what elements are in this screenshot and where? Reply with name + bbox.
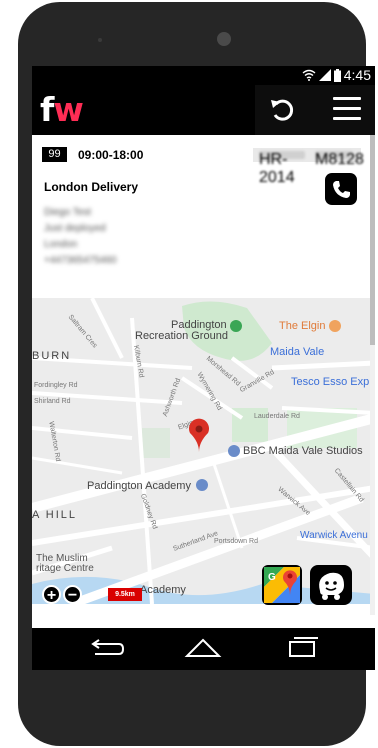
waze-icon [319,572,344,600]
svg-text:G: G [268,572,276,583]
map-label-burn: BURN [32,350,72,362]
stop-number-badge: 99 [42,147,67,162]
menu-bar [333,117,361,120]
delivery-card[interactable]: 99 09:00-18:00 HR-2014 M8128 London Deli… [32,135,375,298]
map-label-portsdown: Portsdown Rd [214,538,258,545]
google-maps-button[interactable]: G [262,565,302,605]
app-header: fw [32,85,375,135]
map-label-recreation-ground: Recreation Ground [135,330,228,342]
zoom-out-button[interactable]: − [63,585,82,604]
menu-bar [333,107,361,110]
time-window: 09:00-18:00 [78,148,144,162]
map-scale-badge: 9.5km [108,588,142,601]
map-label-shirland: Shirland Rd [34,398,71,405]
status-clock: 4:45 [343,67,371,83]
map-pin-icon[interactable] [188,418,210,452]
zoom-controls: + − [42,585,82,604]
google-maps-icon: G [264,567,300,603]
customer-city: London [44,239,78,250]
waze-button[interactable] [310,565,352,605]
reference-pills: HR-2014 M8128 [253,148,364,186]
status-bar: 4:45 [32,66,375,85]
scrollbar-thumb[interactable] [370,135,375,345]
customer-phone: +447365475460 [44,255,117,266]
recents-icon[interactable] [282,634,322,664]
map-label-academy: Paddington Academy [87,480,191,492]
menu-icon[interactable] [333,97,361,121]
menu-bar [333,97,361,100]
map-label-hill: A HILL [32,509,78,521]
food-poi-icon [329,320,341,332]
earpiece-speaker [217,32,231,46]
signal-icon [318,69,331,81]
park-poi-icon [230,320,242,332]
logo-f: f [40,90,54,129]
reference-pill: HR-2014 [259,151,305,186]
back-icon[interactable] [87,634,127,664]
call-button[interactable] [325,173,357,205]
map-label-maida-vale: Maida Vale [270,346,325,358]
map-label-warwick-avenue: Warwick Avenu [300,530,368,541]
map-label-lauderdale: Lauderdale Rd [254,413,300,420]
front-camera [98,38,102,42]
home-icon[interactable] [183,634,223,664]
refresh-icon[interactable] [267,95,297,125]
device-screen: 4:45 fw 99 09:00-18:00 HR-2014 M8128 Lon… [32,66,375,670]
app-logo[interactable]: fw [40,90,84,130]
map-label-the-elgin: The Elgin [279,320,326,332]
system-nav-bar [32,628,375,670]
zoom-in-button[interactable]: + [42,585,61,604]
logo-w: w [53,90,83,129]
map-label-heritage: ritage Centre [36,563,94,574]
map-label-tesco: Tesco Esso Exp [291,376,370,388]
school-poi-icon [196,479,208,491]
reference-pill: M8128 [315,151,364,168]
map-label-academy-2: Academy [140,584,186,596]
phone-icon [333,181,350,198]
wifi-icon [302,69,316,81]
customer-note: Just deployed [44,223,106,234]
map-label-bbc: BBC Maida Vale Studios [243,445,363,457]
delivery-title: London Delivery [44,180,139,194]
map-view[interactable]: Paddington Recreation Ground The Elgin M… [32,298,375,604]
page-scrollbar[interactable] [370,135,375,615]
customer-name: Diego Test [44,207,92,218]
map-label-fordingley: Fordingley Rd [34,382,78,389]
battery-icon [333,68,341,82]
studio-poi-icon [228,445,240,457]
